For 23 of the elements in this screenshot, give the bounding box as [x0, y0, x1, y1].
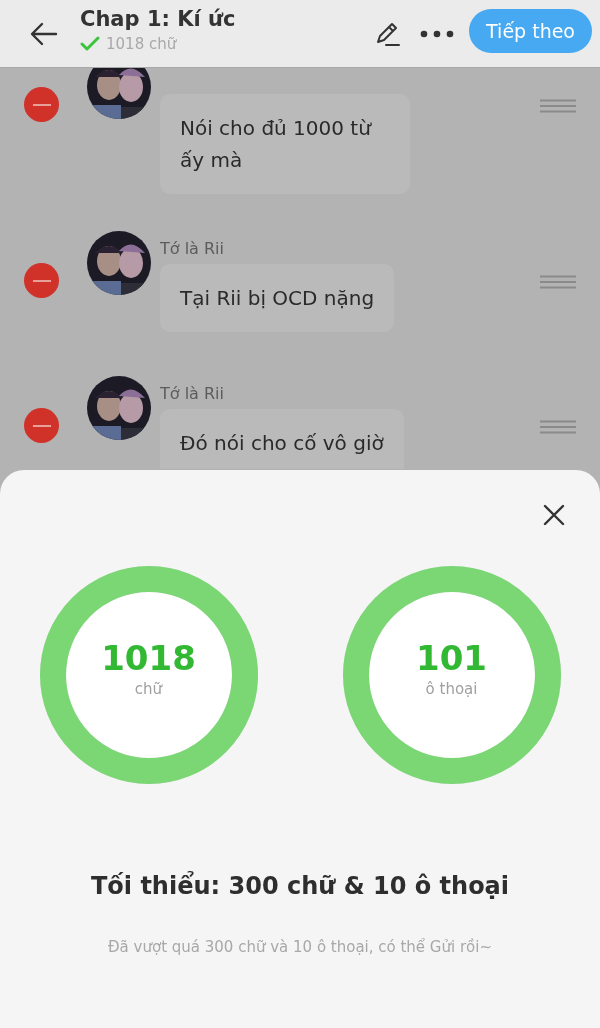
close-icon[interactable]: [543, 504, 565, 526]
drag-handle-icon[interactable]: [540, 99, 576, 113]
more-icon[interactable]: [420, 29, 455, 38]
status-note: Đã vượt quá 300 chữ và 10 ô thoại, có thể Gửi rồi~: [108, 938, 492, 956]
author-name: Tớ là Rii: [160, 384, 225, 404]
author-name: Tớ là Rii: [160, 239, 225, 259]
message-bubble[interactable]: Tại Rii bị OCD nặng: [160, 264, 395, 332]
message-bubble[interactable]: Đó nói cho cố vô giờ: [160, 409, 404, 469]
message-bubble[interactable]: Nói cho đủ 1000 từ ấy mà: [160, 94, 410, 194]
drag-handle-icon[interactable]: [540, 420, 576, 434]
check-icon: [80, 35, 100, 52]
minimum-requirement: Tối thiểu: 300 chữ & 10 ô thoại: [90, 872, 510, 900]
remove-icon[interactable]: [24, 87, 59, 122]
stat-label: chữ: [134, 680, 163, 698]
chapter-title: Chap 1: Kí ức: [80, 6, 237, 31]
stat-value: 1018: [101, 638, 196, 678]
stat-label: ô thoại: [425, 680, 478, 698]
back-arrow-icon[interactable]: [30, 21, 58, 46]
drag-handle-icon[interactable]: [540, 275, 576, 289]
remove-icon[interactable]: [24, 263, 59, 298]
stat-value: 101: [416, 638, 487, 678]
remove-icon[interactable]: [24, 408, 59, 443]
word-count: 1018 chữ: [106, 34, 177, 53]
